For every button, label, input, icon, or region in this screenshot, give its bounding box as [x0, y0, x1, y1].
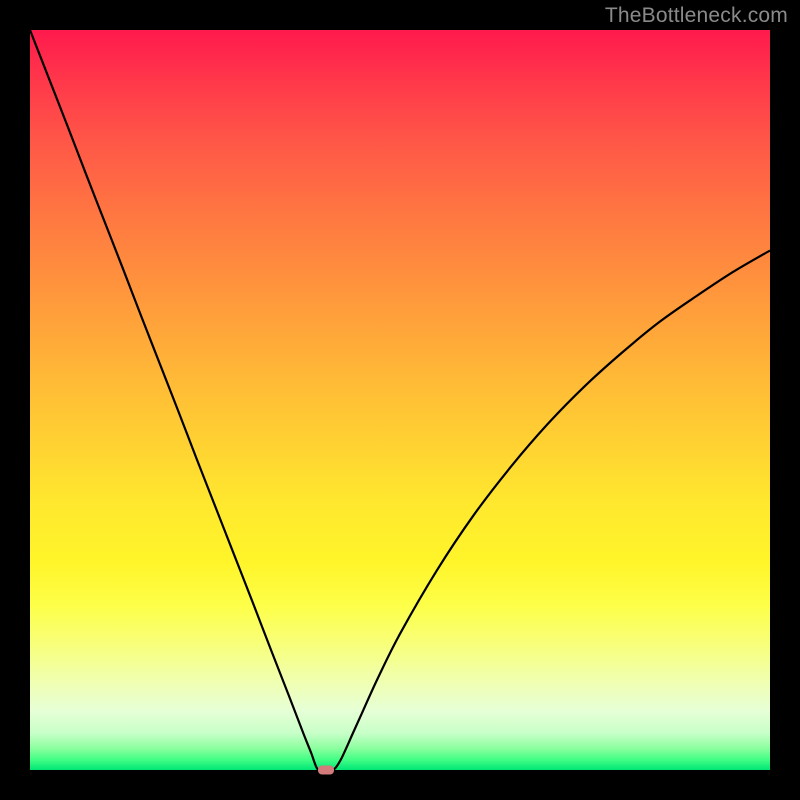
chart-plot-area [30, 30, 770, 770]
curve-svg [30, 30, 770, 770]
chart-frame: TheBottleneck.com [0, 0, 800, 800]
minimum-marker [318, 766, 334, 775]
bottleneck-curve [30, 30, 770, 770]
watermark-text: TheBottleneck.com [605, 4, 788, 28]
